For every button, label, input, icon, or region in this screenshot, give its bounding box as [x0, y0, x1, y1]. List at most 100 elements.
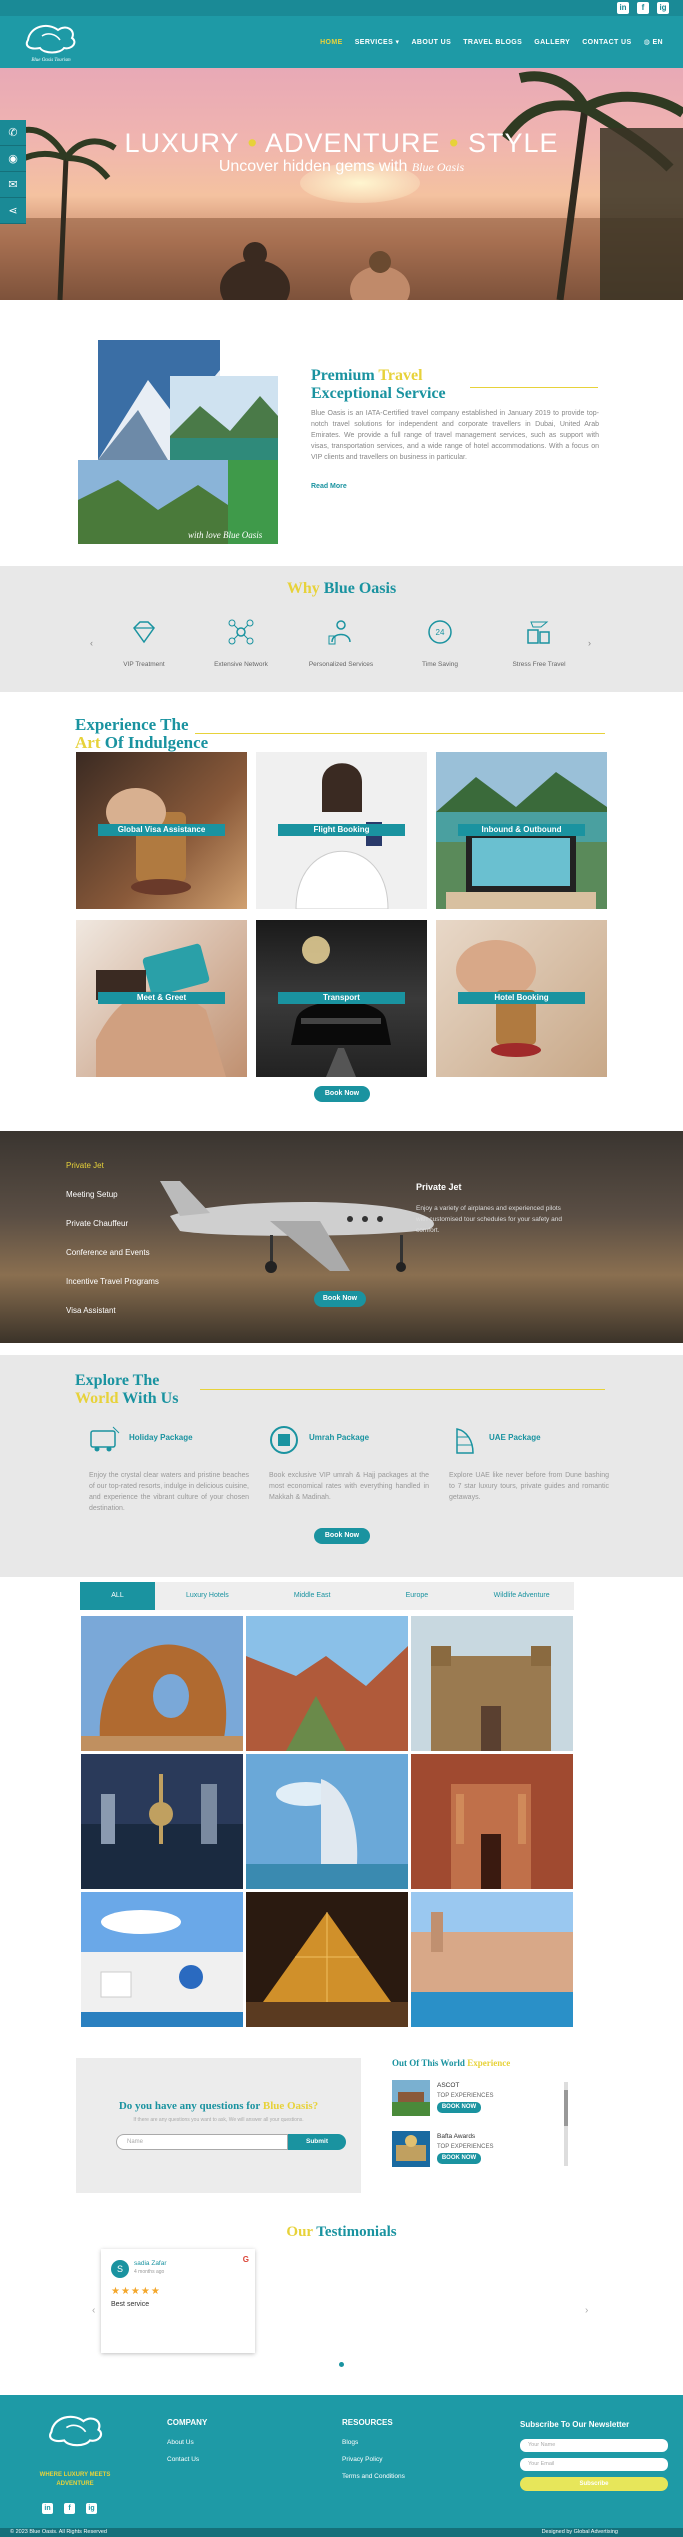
service-card-label: Global Visa Assistance	[98, 824, 225, 836]
nav-services[interactable]: SERVICES ▾	[355, 38, 400, 46]
services-menu-item-conference[interactable]: Conference and Events	[66, 1248, 159, 1257]
subscribe-button[interactable]: Subscribe	[520, 2477, 668, 2491]
language-selector[interactable]: ◍ EN	[644, 38, 663, 46]
services-menu-item-private-jet[interactable]: Private Jet	[66, 1161, 159, 1170]
why-title: Why Blue Oasis	[0, 580, 683, 598]
chevron-left-icon[interactable]: ‹	[90, 638, 93, 648]
footer-logo[interactable]	[45, 2410, 107, 2458]
footer-link-blogs[interactable]: Blogs	[342, 2439, 405, 2446]
jet-book-now-button[interactable]: Book Now	[314, 1291, 366, 1307]
nav-gallery[interactable]: GALLERY	[534, 39, 570, 46]
why-item-time: 24 Time Saving	[395, 618, 485, 668]
linkedin-icon[interactable]: in	[42, 2503, 53, 2514]
chevron-left-icon[interactable]: ‹	[92, 2305, 95, 2316]
carousel-dot[interactable]	[339, 2362, 344, 2367]
hero-word-luxury: LUXURY	[124, 128, 239, 158]
tab-wildlife[interactable]: Wildlife Adventure	[469, 1582, 574, 1610]
dot-separator-icon: •	[247, 128, 258, 158]
hero-subtitle: Uncover hidden gems with Blue Oasis	[0, 158, 683, 176]
service-card-hotel[interactable]: Hotel Booking	[436, 920, 607, 1077]
gallery-image-rock-arch[interactable]	[81, 1616, 243, 1751]
footer-link-contact[interactable]: Contact Us	[167, 2456, 207, 2463]
experiences-scrollbar[interactable]	[564, 2082, 568, 2166]
questions-title-brand: Blue Oasis?	[262, 2100, 319, 2112]
instagram-icon[interactable]: ig	[86, 2503, 97, 2514]
hero-subtitle-brand: Blue Oasis	[411, 160, 465, 174]
gallery-image-petra[interactable]	[411, 1754, 573, 1889]
tab-europe[interactable]: Europe	[365, 1582, 470, 1610]
question-name-input[interactable]: Name	[116, 2134, 288, 2150]
logo[interactable]: Blue Oasis Tourism	[22, 20, 80, 64]
whatsapp-icon[interactable]: ◉	[0, 146, 26, 172]
service-card-transport[interactable]: Transport	[256, 920, 427, 1077]
explore-title-with-us: With Us	[122, 1390, 179, 1407]
gallery-image-fort[interactable]	[411, 1616, 573, 1751]
gallery-image-coastal-town[interactable]	[411, 1892, 573, 2027]
nav-about[interactable]: ABOUT US	[411, 39, 451, 46]
explore-title-world: World	[75, 1390, 119, 1407]
services-menu-item-chauffeur[interactable]: Private Chauffeur	[66, 1219, 159, 1228]
svg-text:Blue Oasis Tourism: Blue Oasis Tourism	[31, 58, 71, 63]
avatar: S	[111, 2260, 129, 2278]
explore-book-now-button[interactable]: Book Now	[314, 1528, 370, 1544]
service-card-inbound[interactable]: Inbound & Outbound	[436, 752, 607, 909]
chevron-right-icon[interactable]: ›	[585, 2305, 588, 2316]
tab-luxury-hotels[interactable]: Luxury Hotels	[155, 1582, 260, 1610]
facebook-icon[interactable]: f	[64, 2503, 75, 2514]
package-description: Enjoy the crystal clear waters and prist…	[89, 1472, 249, 1512]
facebook-icon[interactable]: f	[637, 2, 649, 14]
services-menu-item-incentive[interactable]: Incentive Travel Programs	[66, 1277, 159, 1286]
scrollbar-thumb[interactable]	[564, 2090, 568, 2126]
instagram-icon[interactable]: ig	[657, 2, 669, 14]
about-divider	[470, 387, 598, 388]
service-card-meet[interactable]: Meet & Greet	[76, 920, 247, 1077]
top-social-strip: in f ig	[0, 0, 683, 16]
service-card-label: Transport	[278, 992, 405, 1004]
service-card-visa[interactable]: Global Visa Assistance	[76, 752, 247, 909]
nav-contact[interactable]: CONTACT US	[582, 39, 631, 46]
gallery-image-canyon[interactable]	[246, 1616, 408, 1751]
concierge-icon	[328, 620, 351, 645]
services-menu-item-meeting[interactable]: Meeting Setup	[66, 1190, 159, 1199]
footer-link-about[interactable]: About Us	[167, 2439, 207, 2446]
star-rating: ★★★★★	[111, 2286, 161, 2297]
nav-home[interactable]: HOME	[320, 39, 343, 46]
footer-link-privacy[interactable]: Privacy Policy	[342, 2456, 405, 2463]
why-item-network: Extensive Network	[196, 618, 286, 668]
why-item-label: Personalized Services	[308, 661, 374, 668]
newsletter-email-input[interactable]: Your Email	[520, 2458, 668, 2471]
language-label: EN	[652, 39, 663, 46]
explore-title: Explore The World With Us	[75, 1372, 178, 1408]
kaaba-icon	[270, 1426, 298, 1454]
read-more-link[interactable]: Read More	[311, 483, 347, 490]
footer-resources-title: RESOURCES	[342, 2418, 393, 2427]
chevron-right-icon[interactable]: ›	[588, 638, 591, 648]
gallery-image-santorini[interactable]	[81, 1892, 243, 2027]
submit-button[interactable]: Submit	[288, 2134, 346, 2150]
service-card-flight[interactable]: Flight Booking	[256, 752, 427, 909]
newsletter-name-input[interactable]: Your Name	[520, 2439, 668, 2452]
private-services-section: Private Jet Meeting Setup Private Chauff…	[0, 1131, 683, 1343]
services-menu-item-visa[interactable]: Visa Assistant	[66, 1306, 159, 1315]
share-icon[interactable]: ⋖	[0, 198, 26, 224]
tab-middle-east[interactable]: Middle East	[260, 1582, 365, 1610]
newsletter-form: Subscribe To Our Newsletter Your Name Yo…	[520, 2420, 668, 2491]
experience-book-button[interactable]: BOOK NOW	[437, 2153, 481, 2164]
designer-credit[interactable]: Designed by Global Advertising	[542, 2528, 618, 2537]
phone-icon[interactable]: ✆	[0, 120, 26, 146]
nav-travel-blogs[interactable]: TRAVEL BLOGS	[463, 39, 522, 46]
mail-icon[interactable]: ✉	[0, 172, 26, 198]
footer-link-terms[interactable]: Terms and Conditions	[342, 2473, 405, 2480]
gallery-image-kuwait-city[interactable]	[81, 1754, 243, 1889]
tab-all[interactable]: ALL	[80, 1582, 155, 1610]
experience-book-now-button[interactable]: Book Now	[314, 1086, 370, 1102]
experience-title: Experience The Art Of Indulgence	[75, 716, 208, 752]
main-nav: HOME SERVICES ▾ ABOUT US TRAVEL BLOGS GA…	[320, 16, 663, 68]
gallery-image-burj-al-arab[interactable]	[246, 1754, 408, 1889]
experiences-title-text: Out Of This World	[392, 2058, 465, 2068]
gallery-image-louvre[interactable]	[246, 1892, 408, 2027]
testimonials-title: Our Testimonials	[0, 2224, 683, 2241]
linkedin-icon[interactable]: in	[617, 2, 629, 14]
questions-title: Do you have any questions for Blue Oasis…	[76, 2100, 361, 2112]
experience-book-button[interactable]: BOOK NOW	[437, 2102, 481, 2113]
